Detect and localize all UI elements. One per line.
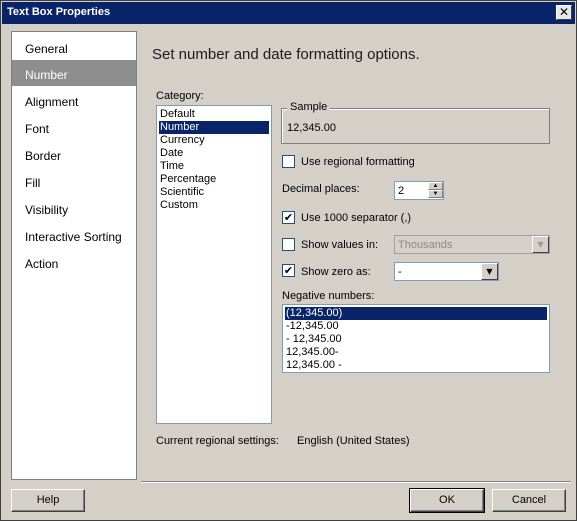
sidebar-item-general[interactable]: General xyxy=(12,34,136,60)
sidebar-item-label: Number xyxy=(25,68,68,82)
sidebar-item-alignment[interactable]: Alignment xyxy=(12,87,136,113)
sample-value: 12,345.00 xyxy=(287,122,336,134)
sidebar-item-label: Fill xyxy=(25,176,41,190)
chevron-down-icon: ▼ xyxy=(537,240,544,249)
sidebar-item-fill[interactable]: Fill xyxy=(12,168,136,194)
checkmark-icon: ✔ xyxy=(283,264,294,277)
page-heading: Set number and date formatting options. xyxy=(152,46,420,63)
sidebar-item-label: General xyxy=(25,42,68,56)
category-item-percentage[interactable]: Percentage xyxy=(159,173,269,186)
category-label: Category: xyxy=(156,90,204,102)
close-button[interactable]: ✕ xyxy=(556,5,572,20)
window-title: Text Box Properties xyxy=(7,6,111,18)
category-item-time[interactable]: Time xyxy=(159,160,269,173)
category-item-date[interactable]: Date xyxy=(159,147,269,160)
text-box-properties-dialog: Text Box Properties ✕ General Number Ali… xyxy=(0,0,577,521)
sidebar-item-label: Action xyxy=(25,257,59,271)
category-item-number[interactable]: Number xyxy=(159,121,269,134)
category-item-scientific[interactable]: Scientific xyxy=(159,186,269,199)
dropdown-button[interactable]: ▼ xyxy=(481,263,498,280)
sidebar-item-font[interactable]: Font xyxy=(12,114,136,140)
use-separator-checkbox[interactable]: ✔ xyxy=(282,211,295,224)
show-values-in-value: Thousands xyxy=(398,239,453,251)
show-zero-label: Show zero as: xyxy=(301,266,371,278)
show-zero-checkbox[interactable]: ✔ xyxy=(282,264,295,277)
show-values-in-label: Show values in: xyxy=(301,239,379,251)
arrow-up-icon: ▲ xyxy=(432,183,439,189)
negative-option-minus-space[interactable]: - 12,345.00 xyxy=(285,333,547,346)
spin-up-button[interactable]: ▲ xyxy=(428,182,443,190)
show-zero-select[interactable]: - ▼ xyxy=(394,262,499,281)
sidebar-item-label: Visibility xyxy=(25,203,69,217)
category-item-default[interactable]: Default xyxy=(159,108,269,121)
sidebar-item-label: Font xyxy=(25,122,50,136)
title-bar[interactable]: Text Box Properties ✕ xyxy=(2,2,575,24)
sidebar-item-visibility[interactable]: Visibility xyxy=(12,195,136,221)
help-button[interactable]: Help xyxy=(11,489,85,512)
category-item-custom[interactable]: Custom xyxy=(159,199,269,212)
sidebar-item-action[interactable]: Action xyxy=(12,249,136,275)
spin-down-button[interactable]: ▼ xyxy=(428,190,443,198)
show-values-in-checkbox[interactable] xyxy=(282,238,295,251)
negative-option-trailing-minus[interactable]: 12,345.00- xyxy=(285,346,547,359)
sidebar-item-label: Alignment xyxy=(25,95,79,109)
use-regional-checkbox[interactable] xyxy=(282,155,295,168)
category-list[interactable]: Default Number Currency Date Time Percen… xyxy=(156,105,272,424)
negative-option-minus[interactable]: -12,345.00 xyxy=(285,320,547,333)
regional-settings-value: English (United States) xyxy=(297,435,410,447)
decimal-places-label: Decimal places: xyxy=(282,183,360,195)
negative-numbers-label: Negative numbers: xyxy=(282,290,375,302)
show-values-in-select[interactable]: Thousands ▼ xyxy=(394,235,550,254)
chevron-down-icon: ▼ xyxy=(486,267,493,276)
close-icon: ✕ xyxy=(558,5,570,19)
negative-option-parens[interactable]: (12,345.00) xyxy=(285,307,547,320)
decimal-places-value: 2 xyxy=(398,185,405,197)
regional-settings-label: Current regional settings: xyxy=(156,435,279,447)
footer-divider xyxy=(141,481,571,483)
category-item-currency[interactable]: Currency xyxy=(159,134,269,147)
checkmark-icon: ✔ xyxy=(283,211,294,224)
sidebar-item-number[interactable]: Number xyxy=(12,60,136,86)
sidebar-item-interactive-sorting[interactable]: Interactive Sorting xyxy=(12,222,136,248)
use-regional-label: Use regional formatting xyxy=(301,156,415,168)
sidebar-nav: General Number Alignment Font Border Fil… xyxy=(11,31,137,480)
sidebar-item-label: Interactive Sorting xyxy=(25,230,122,244)
show-zero-value: - xyxy=(398,266,402,278)
decimal-places-stepper[interactable]: 2 ▲ ▼ xyxy=(394,181,444,200)
cancel-button[interactable]: Cancel xyxy=(492,489,566,512)
negative-option-trailing-space-minus[interactable]: 12,345.00 - xyxy=(285,359,547,372)
arrow-down-icon: ▼ xyxy=(432,191,439,197)
sample-label: Sample xyxy=(287,101,331,113)
sidebar-item-border[interactable]: Border xyxy=(12,141,136,167)
negative-numbers-list[interactable]: (12,345.00) -12,345.00 - 12,345.00 12,34… xyxy=(282,304,550,373)
dropdown-button[interactable]: ▼ xyxy=(532,236,549,253)
ok-button[interactable]: OK xyxy=(409,488,485,513)
use-separator-label: Use 1000 separator (,) xyxy=(301,212,412,224)
sidebar-item-label: Border xyxy=(25,149,62,163)
